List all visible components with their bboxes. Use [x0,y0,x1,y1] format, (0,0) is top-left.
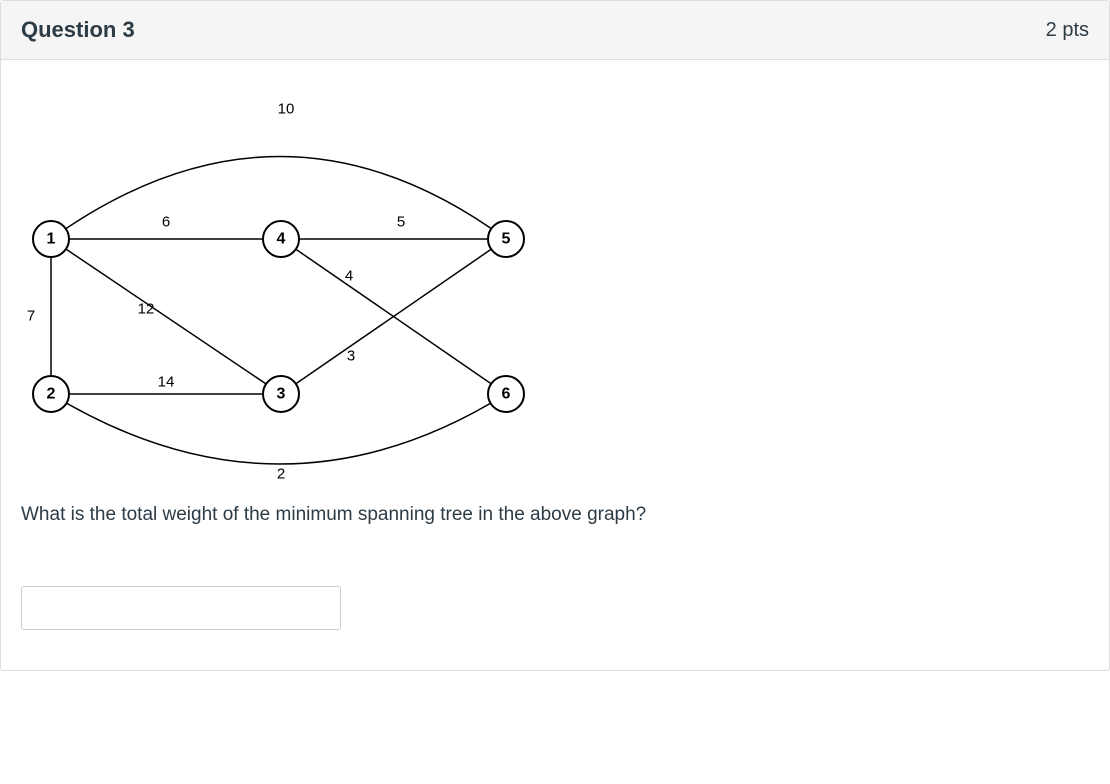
svg-text:2: 2 [47,386,56,403]
edge-label-2-3: 14 [158,374,175,391]
node-3: 3 [263,376,299,412]
node-4: 4 [263,221,299,257]
question-text: What is the total weight of the minimum … [21,504,1089,526]
edge-label-3-5: 3 [347,348,355,365]
node-6: 6 [488,376,524,412]
edge-label-1-5: 10 [278,101,295,118]
svg-text:3: 3 [277,386,286,403]
node-2: 2 [33,376,69,412]
edge-label-4-5: 5 [397,214,405,231]
edge-label-1-4: 6 [162,214,170,231]
question-body: 10 6 5 7 12 14 4 3 2 1 4 [1,60,1109,670]
edge-1-3 [51,239,281,394]
answer-input[interactable] [21,586,341,630]
graph-svg: 10 6 5 7 12 14 4 3 2 1 4 [21,84,561,484]
edge-label-1-3: 12 [138,301,155,318]
node-5: 5 [488,221,524,257]
edge-label-4-6: 4 [345,268,353,285]
svg-text:6: 6 [502,386,511,403]
question-header: Question 3 2 pts [1,1,1109,60]
svg-text:5: 5 [502,231,511,248]
svg-text:1: 1 [47,231,56,248]
svg-text:4: 4 [277,231,286,248]
graph-diagram: 10 6 5 7 12 14 4 3 2 1 4 [21,84,561,484]
edge-label-1-2: 7 [27,308,35,325]
edge-label-2-6: 2 [277,466,285,483]
question-card: Question 3 2 pts [0,0,1110,671]
node-1: 1 [33,221,69,257]
question-title: Question 3 [21,17,135,43]
question-points: 2 pts [1046,19,1089,42]
